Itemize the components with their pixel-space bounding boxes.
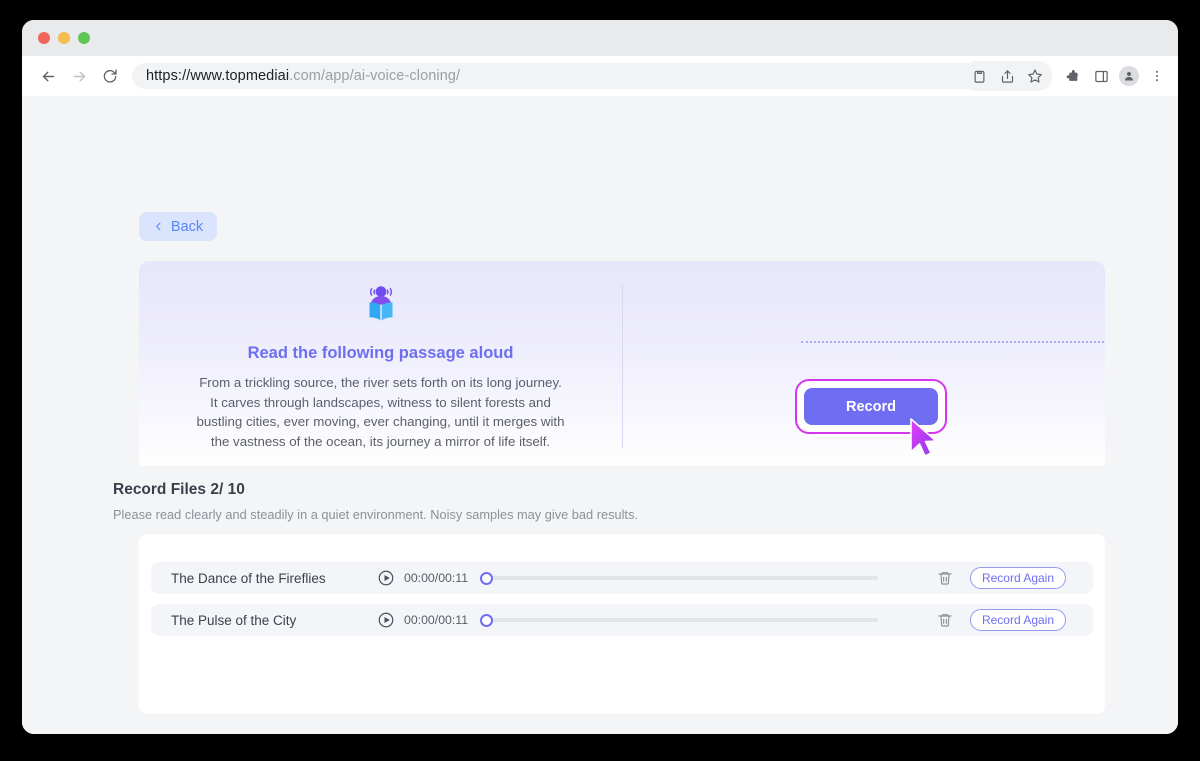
audio-progress-slider[interactable] bbox=[480, 611, 878, 629]
browser-window: https://www.topmediai .com/app/ai-voice-c… bbox=[22, 20, 1178, 734]
back-button[interactable]: Back bbox=[139, 212, 217, 241]
record-again-button[interactable]: Record Again bbox=[970, 609, 1066, 631]
reload-icon[interactable] bbox=[102, 68, 118, 84]
person-reading-book-icon bbox=[358, 283, 404, 334]
record-button-highlight: Record bbox=[795, 379, 947, 434]
address-bar-actions bbox=[962, 61, 1052, 91]
profile-avatar-icon[interactable] bbox=[1116, 63, 1142, 89]
passage-text: From a trickling source, the river sets … bbox=[196, 375, 565, 449]
play-icon[interactable] bbox=[377, 569, 395, 587]
three-dot-menu-icon[interactable] bbox=[1144, 63, 1170, 89]
star-icon[interactable] bbox=[1022, 63, 1048, 89]
window-titlebar bbox=[22, 20, 1178, 56]
maximize-window-button[interactable] bbox=[78, 32, 90, 44]
play-icon[interactable] bbox=[377, 611, 395, 629]
navigation-buttons bbox=[40, 68, 118, 85]
record-files-subtitle: Please read clearly and steadily in a qu… bbox=[113, 507, 638, 522]
record-panel bbox=[623, 261, 1105, 466]
back-button-label: Back bbox=[170, 218, 204, 235]
record-button[interactable]: Record bbox=[804, 388, 938, 425]
trash-icon[interactable] bbox=[937, 570, 953, 586]
back-arrow-icon[interactable] bbox=[40, 68, 57, 85]
url-host: https://www.topmediai bbox=[146, 68, 290, 84]
page-content: Back Read the following passage aloud Fr… bbox=[22, 96, 1178, 734]
table-row: The Pulse of the City 00:00/00:11 Record… bbox=[151, 604, 1093, 636]
record-files-list: The Dance of the Fireflies 00:00/00:11 R… bbox=[139, 534, 1105, 714]
chevron-left-icon bbox=[153, 221, 164, 232]
passage-title: Read the following passage aloud bbox=[247, 344, 514, 362]
slider-handle[interactable] bbox=[480, 613, 493, 627]
record-files-title: Record Files 2/ 10 bbox=[113, 481, 245, 498]
passage-panel: Read the following passage aloud From a … bbox=[139, 261, 622, 466]
slider-handle[interactable] bbox=[480, 571, 493, 585]
file-name: The Pulse of the City bbox=[171, 612, 297, 628]
close-window-button[interactable] bbox=[38, 32, 50, 44]
file-name: The Dance of the Fireflies bbox=[171, 570, 326, 586]
clipboard-icon[interactable] bbox=[966, 63, 992, 89]
minimize-window-button[interactable] bbox=[58, 32, 70, 44]
table-row: The Dance of the Fireflies 00:00/00:11 R… bbox=[151, 562, 1093, 594]
toolbar-right-icons bbox=[962, 56, 1170, 96]
slider-track bbox=[488, 576, 878, 580]
passage-card: Read the following passage aloud From a … bbox=[139, 261, 1105, 466]
file-timecode: 00:00/00:11 bbox=[404, 571, 469, 585]
file-timecode: 00:00/00:11 bbox=[404, 613, 469, 627]
waveform-placeholder-line bbox=[801, 341, 1105, 343]
side-panel-icon[interactable] bbox=[1088, 63, 1114, 89]
slider-track bbox=[488, 618, 878, 622]
audio-progress-slider[interactable] bbox=[480, 569, 878, 587]
forward-arrow-icon[interactable] bbox=[71, 68, 88, 85]
address-bar[interactable]: https://www.topmediai .com/app/ai-voice-c… bbox=[132, 63, 980, 89]
record-again-button[interactable]: Record Again bbox=[970, 567, 1066, 589]
puzzle-icon[interactable] bbox=[1060, 63, 1086, 89]
browser-toolbar: https://www.topmediai .com/app/ai-voice-c… bbox=[22, 56, 1178, 96]
url-path: .com/app/ai-voice-cloning/ bbox=[289, 68, 461, 84]
trash-icon[interactable] bbox=[937, 612, 953, 628]
share-icon[interactable] bbox=[994, 63, 1020, 89]
